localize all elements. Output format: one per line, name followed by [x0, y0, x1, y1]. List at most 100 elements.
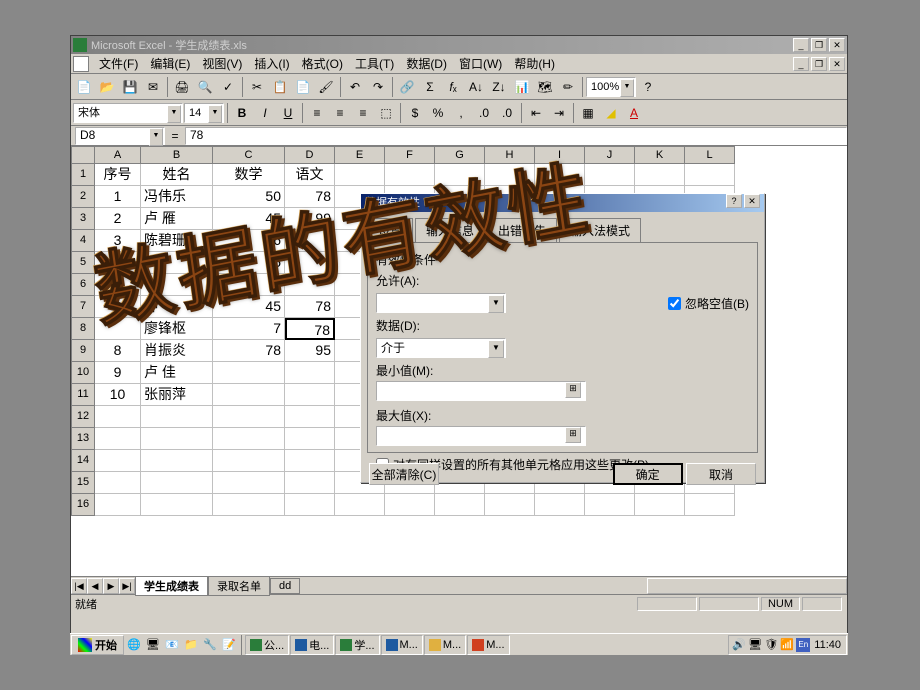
hyperlink-button[interactable]: 🔗: [396, 76, 418, 98]
cell[interactable]: 78: [285, 318, 335, 340]
cell[interactable]: [95, 472, 141, 494]
col-header-L[interactable]: L: [685, 146, 735, 164]
cell[interactable]: 4: [95, 252, 141, 274]
cell[interactable]: [285, 252, 335, 274]
tray-icon-4[interactable]: 📶: [780, 638, 794, 652]
menu-insert[interactable]: 插入(I): [248, 53, 295, 74]
format-painter-button[interactable]: 🖌: [315, 76, 337, 98]
cell[interactable]: 50: [213, 186, 285, 208]
cell[interactable]: [285, 472, 335, 494]
col-header-A[interactable]: A: [95, 146, 141, 164]
allow-combo[interactable]: [376, 293, 506, 313]
cell[interactable]: [213, 362, 285, 384]
cell[interactable]: [385, 494, 435, 516]
fontsize-combo[interactable]: 14: [184, 103, 224, 123]
font-combo[interactable]: 宋体: [73, 103, 183, 123]
cell[interactable]: 5: [95, 274, 141, 296]
col-header-H[interactable]: H: [485, 146, 535, 164]
start-button[interactable]: 开始: [71, 635, 124, 655]
cell[interactable]: 卢 雁: [141, 208, 213, 230]
dialog-close-button[interactable]: ✕: [744, 194, 760, 208]
tray-icon-3[interactable]: 🛡: [764, 638, 778, 652]
col-header-F[interactable]: F: [385, 146, 435, 164]
row-header[interactable]: 16: [71, 494, 95, 516]
cell[interactable]: 6: [95, 296, 141, 318]
taskbar-task[interactable]: M...: [467, 635, 509, 655]
tab-error-alert[interactable]: 出错警告: [487, 218, 557, 242]
cell[interactable]: 45: [213, 296, 285, 318]
quicklaunch-4[interactable]: 📁: [182, 636, 200, 654]
cell[interactable]: 2: [95, 208, 141, 230]
open-button[interactable]: 📂: [96, 76, 118, 98]
cell[interactable]: [685, 164, 735, 186]
quicklaunch-6[interactable]: 📝: [220, 636, 238, 654]
taskbar-task[interactable]: 学...: [335, 635, 379, 655]
cell[interactable]: 廖锋枢: [141, 318, 213, 340]
cell[interactable]: [213, 274, 285, 296]
cell[interactable]: [435, 164, 485, 186]
cell[interactable]: 卢 佳: [141, 362, 213, 384]
undo-button[interactable]: ↶: [344, 76, 366, 98]
cell[interactable]: [685, 494, 735, 516]
ok-button[interactable]: 确定: [613, 463, 683, 485]
row-header[interactable]: 6: [71, 274, 95, 296]
map-button[interactable]: 🗺: [534, 76, 556, 98]
sheet-nav-prev[interactable]: ◀: [87, 578, 103, 594]
taskbar-task[interactable]: 电...: [290, 635, 334, 655]
merge-button[interactable]: ⬚: [375, 102, 397, 124]
underline-button[interactable]: U: [277, 102, 299, 124]
header-cell[interactable]: 姓名: [141, 164, 213, 186]
cell[interactable]: [141, 252, 213, 274]
cell[interactable]: [285, 406, 335, 428]
cell[interactable]: [213, 384, 285, 406]
menu-data[interactable]: 数据(D): [400, 53, 453, 74]
cell[interactable]: 陈碧珊: [141, 230, 213, 252]
inc-decimal-button[interactable]: .0: [473, 102, 495, 124]
chart-button[interactable]: 📊: [511, 76, 533, 98]
ignore-blank-checkbox[interactable]: 忽略空值(B): [668, 295, 749, 312]
row-header[interactable]: 12: [71, 406, 95, 428]
taskbar-task[interactable]: M...: [424, 635, 466, 655]
min-input[interactable]: ⊞: [376, 381, 586, 401]
save-button[interactable]: 💾: [119, 76, 141, 98]
row-header[interactable]: 7: [71, 296, 95, 318]
cell[interactable]: [285, 450, 335, 472]
row-header[interactable]: 3: [71, 208, 95, 230]
row-header[interactable]: 10: [71, 362, 95, 384]
drawing-button[interactable]: ✏: [557, 76, 579, 98]
max-input[interactable]: ⊞: [376, 426, 586, 446]
cell[interactable]: [635, 164, 685, 186]
menu-format[interactable]: 格式(O): [296, 53, 349, 74]
sheet-tab-2[interactable]: 录取名单: [208, 576, 270, 596]
dialog-help-button[interactable]: ?: [726, 194, 742, 208]
cell[interactable]: [485, 164, 535, 186]
cell[interactable]: [285, 274, 335, 296]
cell[interactable]: [141, 494, 213, 516]
inc-indent-button[interactable]: ⇥: [548, 102, 570, 124]
cell[interactable]: [213, 450, 285, 472]
cell[interactable]: [385, 164, 435, 186]
tab-input-message[interactable]: 输入信息: [415, 218, 485, 242]
comma-button[interactable]: ,: [450, 102, 472, 124]
doc-minimize-button[interactable]: _: [793, 57, 809, 71]
cell[interactable]: 7: [213, 318, 285, 340]
max-ref-button[interactable]: ⊞: [565, 427, 581, 443]
quicklaunch-ie[interactable]: 🌐: [125, 636, 143, 654]
cell[interactable]: 肖振炎: [141, 340, 213, 362]
select-all-corner[interactable]: [71, 146, 95, 164]
close-button[interactable]: ✕: [829, 38, 845, 52]
tray-icon-5[interactable]: En: [796, 638, 810, 652]
cell[interactable]: [213, 494, 285, 516]
cell[interactable]: 8: [95, 340, 141, 362]
sheet-nav-next[interactable]: ▶: [103, 578, 119, 594]
sheet-nav-first[interactable]: |◀: [71, 578, 87, 594]
new-button[interactable]: 📄: [73, 76, 95, 98]
menu-tools[interactable]: 工具(T): [349, 53, 400, 74]
cell[interactable]: [335, 494, 385, 516]
font-color-button[interactable]: A: [623, 102, 645, 124]
row-header[interactable]: 9: [71, 340, 95, 362]
cell[interactable]: [285, 384, 335, 406]
help-button[interactable]: ?: [637, 76, 659, 98]
cell[interactable]: 45: [213, 208, 285, 230]
align-center-button[interactable]: ≡: [329, 102, 351, 124]
